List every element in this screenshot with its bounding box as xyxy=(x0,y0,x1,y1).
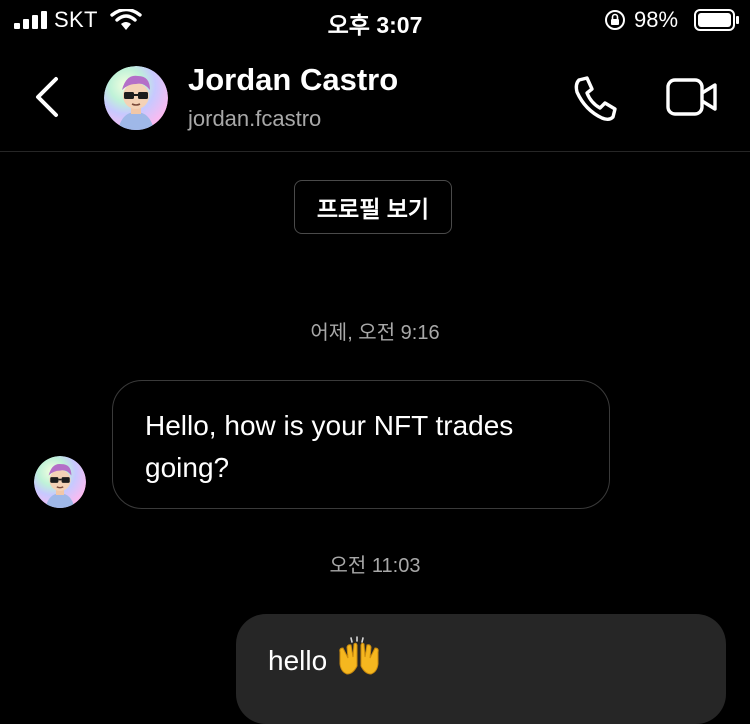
status-bar: SKT 오후 3:07 98% xyxy=(0,0,750,40)
message-timestamp: 오전 11:03 xyxy=(329,555,421,577)
phone-icon[interactable] xyxy=(568,72,622,124)
incoming-message-bubble[interactable]: Hello, how is your NFT trades going? xyxy=(112,380,610,509)
contact-name: Jordan Castro xyxy=(188,62,399,97)
video-camera-icon[interactable] xyxy=(664,72,720,124)
sender-avatar-illustration xyxy=(34,456,86,508)
back-chevron-icon[interactable] xyxy=(30,76,64,118)
avatar[interactable] xyxy=(104,66,168,130)
battery-icon xyxy=(694,9,739,31)
message-timestamp: 어제, 오전 9:16 xyxy=(310,322,440,344)
outgoing-message-text: hello xyxy=(268,645,328,676)
header-divider xyxy=(0,151,750,152)
orientation-lock-icon xyxy=(605,10,625,30)
battery-percent: 98% xyxy=(634,7,679,32)
outgoing-message-bubble[interactable]: hello xyxy=(236,614,726,724)
avatar-illustration xyxy=(104,66,168,130)
view-profile-button[interactable]: 프로필 보기 xyxy=(294,180,452,234)
raising-hands-emoji-icon xyxy=(339,636,379,675)
contact-username: jordan.fcastro xyxy=(188,106,322,131)
sender-avatar[interactable] xyxy=(34,456,86,508)
